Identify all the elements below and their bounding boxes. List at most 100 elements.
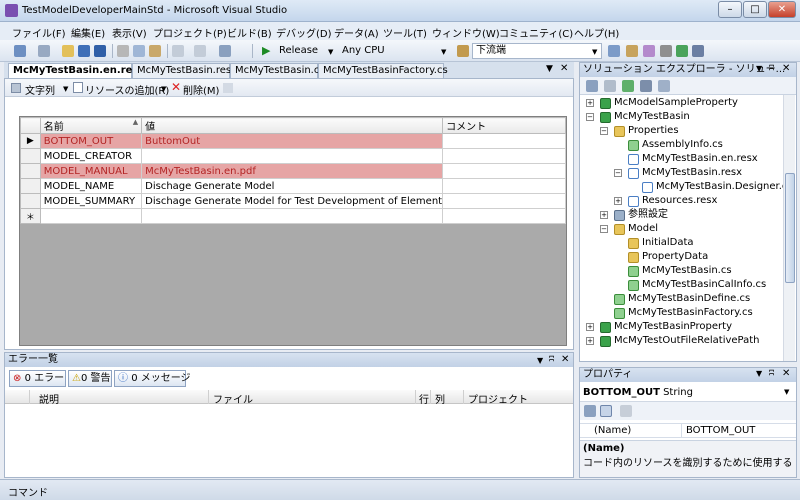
- menu-tools[interactable]: ツール(T): [383, 25, 427, 40]
- cell-name[interactable]: MODEL_NAME: [39, 178, 143, 194]
- property-row[interactable]: (Name) BOTTOM_OUT: [580, 423, 796, 438]
- save-icon[interactable]: [78, 45, 90, 57]
- redo-icon[interactable]: [194, 45, 206, 57]
- collapse-icon[interactable]: −: [600, 127, 608, 135]
- new-row[interactable]: ＊: [20, 208, 566, 224]
- window-position-icon[interactable]: ▼: [756, 369, 762, 378]
- close-icon[interactable]: ✕: [782, 368, 790, 379]
- object-selector[interactable]: BOTTOM_OUT String ▼: [580, 384, 796, 402]
- tree-item[interactable]: Resources.resx: [642, 195, 717, 208]
- menu-project[interactable]: プロジェクト(P): [153, 25, 227, 40]
- menu-data[interactable]: データ(A): [334, 25, 379, 40]
- tree-item[interactable]: 参照設定: [628, 209, 668, 222]
- warnings-filter-button[interactable]: ⚠0 警告: [68, 370, 112, 387]
- tab-list-icon[interactable]: ▼: [546, 64, 553, 74]
- expand-icon[interactable]: +: [586, 323, 594, 331]
- copy-icon[interactable]: [133, 45, 145, 57]
- window-icon[interactable]: [692, 45, 704, 57]
- expand-icon[interactable]: +: [586, 337, 594, 345]
- tab-mcmytestbasinfactory-cs[interactable]: McMyTestBasinFactory.cs: [318, 63, 448, 78]
- cell-comment[interactable]: [442, 208, 566, 224]
- cell-value[interactable]: [141, 148, 444, 164]
- alphabetical-icon[interactable]: [600, 405, 612, 417]
- menu-debug[interactable]: デバッグ(D): [276, 25, 332, 40]
- undo-icon[interactable]: [172, 45, 184, 57]
- cell-value[interactable]: ButtomOut: [141, 133, 444, 149]
- tree-item[interactable]: McMyTestBasinProperty: [614, 321, 732, 334]
- pin-icon[interactable]: ʭ: [549, 353, 554, 366]
- collapse-icon[interactable]: −: [614, 169, 622, 177]
- solution-explorer-scrollbar[interactable]: [783, 95, 795, 361]
- delete-button[interactable]: 削除(M): [183, 82, 219, 97]
- table-row[interactable]: MODEL_SUMMARY Dischage Generate Model fo…: [20, 193, 566, 209]
- find-input[interactable]: 下流端: [472, 43, 602, 59]
- tree-item[interactable]: McMyTestBasin.cs: [642, 265, 732, 278]
- tab-mcmytestbasin-en-resx[interactable]: McMyTestBasin.en.resx: [8, 63, 145, 78]
- menu-edit[interactable]: 編集(E): [71, 25, 105, 40]
- solution-explorer-icon[interactable]: [608, 45, 620, 57]
- tree-item[interactable]: Model: [628, 223, 658, 236]
- menu-file[interactable]: ファイル(F): [12, 25, 66, 40]
- close-tab-icon[interactable]: ✕: [560, 63, 568, 74]
- close-button[interactable]: ✕: [768, 1, 796, 18]
- cell-comment[interactable]: [442, 133, 566, 149]
- tree-item[interactable]: McModelSampleProperty: [614, 97, 738, 110]
- add-item-icon[interactable]: [38, 45, 50, 57]
- window-position-icon[interactable]: ▼: [756, 64, 762, 73]
- cut-icon[interactable]: [117, 45, 129, 57]
- strings-dropdown[interactable]: 文字列: [25, 82, 55, 97]
- table-row[interactable]: MODEL_MANUAL McMyTestBasin.en.pdf: [20, 163, 566, 179]
- cell-comment[interactable]: [442, 193, 566, 209]
- tree-item[interactable]: Properties: [628, 125, 679, 138]
- tree-item[interactable]: InitialData: [642, 237, 694, 250]
- property-pages-icon[interactable]: [620, 405, 632, 417]
- open-file-icon[interactable]: [62, 45, 74, 57]
- maximize-button[interactable]: □: [743, 1, 767, 18]
- cell-name[interactable]: [39, 208, 143, 224]
- property-value[interactable]: BOTTOM_OUT: [686, 425, 755, 436]
- navigate-icon[interactable]: [219, 45, 231, 57]
- cell-name[interactable]: BOTTOM_OUT: [39, 133, 143, 149]
- cell-comment[interactable]: [442, 148, 566, 164]
- expand-icon[interactable]: +: [586, 99, 594, 107]
- menu-build[interactable]: ビルド(B): [227, 25, 272, 40]
- tree-item[interactable]: PropertyData: [642, 251, 708, 264]
- cell-value[interactable]: [141, 208, 444, 224]
- start-page-icon[interactable]: [676, 45, 688, 57]
- cell-name[interactable]: MODEL_CREATOR: [39, 148, 143, 164]
- pin-icon[interactable]: ʭ: [769, 368, 774, 379]
- platform-select[interactable]: Any CPU: [338, 43, 452, 59]
- column-file[interactable]: ファイル: [213, 391, 253, 406]
- show-all-files-icon[interactable]: [604, 80, 616, 92]
- pin-icon[interactable]: ʭ: [769, 63, 774, 74]
- table-row[interactable]: MODEL_CREATOR: [20, 148, 566, 164]
- menu-community[interactable]: コミュニティ(C): [499, 25, 573, 40]
- scrollbar-thumb[interactable]: [785, 173, 795, 283]
- tab-mcmytestbasin-cs[interactable]: McMyTestBasin.cs: [230, 63, 325, 78]
- menu-window[interactable]: ウィンドウ(W): [432, 25, 500, 40]
- tree-item[interactable]: McMyTestBasin.en.resx: [642, 153, 758, 166]
- tree-item[interactable]: McMyTestBasinFactory.cs: [628, 307, 753, 320]
- cell-comment[interactable]: [442, 163, 566, 179]
- cell-comment[interactable]: [442, 178, 566, 194]
- save-all-icon[interactable]: [94, 45, 106, 57]
- tab-mcmytestbasin-resx[interactable]: McMyTestBasin.resx: [132, 63, 237, 78]
- messages-filter-button[interactable]: ⓘ 0 メッセージ: [114, 370, 191, 387]
- menu-view[interactable]: 表示(V): [112, 25, 147, 40]
- column-column[interactable]: 列: [435, 391, 445, 406]
- categorized-icon[interactable]: [584, 405, 596, 417]
- tree-item[interactable]: McMyTestBasin.resx: [642, 167, 742, 180]
- column-line[interactable]: 行: [419, 391, 429, 406]
- minimize-button[interactable]: –: [718, 1, 742, 18]
- tree-item[interactable]: AssemblyInfo.cs: [642, 139, 723, 152]
- tree-item[interactable]: McMyTestBasinCalInfo.cs: [642, 279, 766, 292]
- collapse-icon[interactable]: −: [586, 113, 594, 121]
- column-header-value[interactable]: 値: [141, 117, 444, 134]
- column-header-comment[interactable]: コメント: [442, 117, 566, 134]
- expand-icon[interactable]: +: [614, 197, 622, 205]
- view-icon[interactable]: [223, 83, 233, 93]
- close-icon[interactable]: ✕: [782, 63, 790, 74]
- properties-icon[interactable]: [586, 80, 598, 92]
- tree-item[interactable]: McMyTestBasin.Designer.cs: [656, 181, 793, 194]
- column-project[interactable]: プロジェクト: [468, 391, 528, 406]
